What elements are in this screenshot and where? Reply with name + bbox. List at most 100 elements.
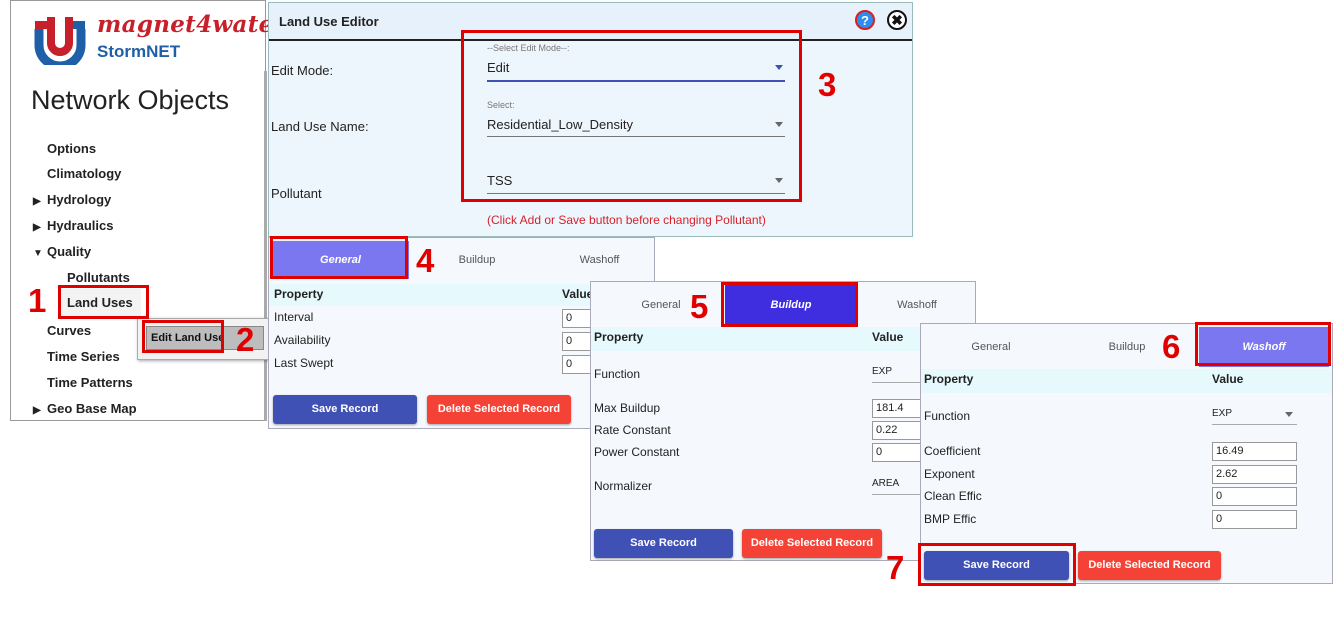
nav-item-hydrology[interactable]: ▶ Hydrology (33, 192, 111, 207)
select-underline (1212, 424, 1297, 425)
callout-number-1: 1 (28, 282, 47, 319)
table-header: Property Value (921, 369, 1332, 393)
select-underline (872, 494, 922, 495)
save-record-button[interactable]: Save Record (273, 395, 417, 424)
edit-mode-focus-underline (487, 80, 785, 82)
property-label: BMP Effic (924, 512, 977, 526)
washoff-panel: General Buildup Washoff Property Value F… (920, 323, 1333, 584)
nav-item-curves[interactable]: Curves (47, 323, 91, 338)
help-icon[interactable]: ? (855, 10, 875, 30)
delete-selected-record-button[interactable]: Delete Selected Record (742, 529, 882, 558)
tab-washoff[interactable]: Washoff (861, 286, 973, 324)
close-icon[interactable]: ✖ (887, 10, 907, 30)
nav-item-climatology[interactable]: Climatology (47, 166, 121, 181)
nav-item-quality[interactable]: ▼ Quality (33, 244, 91, 259)
callout-number-5: 5 (690, 288, 709, 325)
callout-number-4: 4 (416, 242, 435, 279)
edit-mode-caption: --Select Edit Mode--: (487, 43, 570, 53)
nav-item-hydraulics[interactable]: ▶ Hydraulics (33, 218, 113, 233)
bmp-effic-input[interactable]: 0 (1212, 510, 1297, 529)
brand-name: magnet4water (97, 11, 286, 38)
save-record-button[interactable]: Save Record (924, 551, 1069, 580)
nav-item-label: Geo Base Map (47, 401, 137, 416)
collapse-arrow-icon: ▼ (33, 248, 43, 259)
buildup-panel: General Buildup Washoff Property Value F… (590, 281, 976, 561)
nav-item-options[interactable]: Options (47, 141, 96, 156)
land-use-name-caption: Select: (487, 100, 515, 110)
land-use-name-select[interactable]: Select: Residential_Low_Density (487, 100, 785, 137)
tab-buildup[interactable]: Buildup (725, 285, 857, 325)
save-record-button[interactable]: Save Record (594, 529, 733, 558)
pollutant-value: TSS (487, 173, 513, 188)
nav-item-land-uses[interactable]: Land Uses (61, 289, 141, 317)
expand-arrow-icon: ▶ (33, 222, 41, 233)
select-underline (872, 382, 922, 383)
value-header: Value (1212, 372, 1244, 386)
expand-arrow-icon: ▶ (33, 405, 41, 416)
nav-item-geo-base-map[interactable]: ▶ Geo Base Map (33, 401, 137, 416)
editor-header: Land Use Editor ? ✖ (269, 3, 912, 41)
pollutant-select[interactable]: TSS (487, 168, 785, 194)
property-header: Property (924, 372, 974, 386)
tab-washoff[interactable]: Washoff (547, 241, 652, 279)
callout-number-6: 6 (1162, 328, 1181, 365)
nav-item-pollutants[interactable]: Pollutants (67, 270, 130, 285)
callout-number-3: 3 (818, 66, 837, 103)
land-use-name-value: Residential_Low_Density (487, 117, 633, 132)
tab-general[interactable]: General (272, 241, 409, 279)
editor-title: Land Use Editor (279, 14, 379, 29)
property-label: Rate Constant (594, 423, 671, 437)
delete-selected-record-button[interactable]: Delete Selected Record (1078, 551, 1221, 580)
chevron-down-icon (775, 65, 783, 70)
nav-item-time-patterns[interactable]: Time Patterns (47, 375, 133, 390)
nav-item-label: Hydraulics (47, 218, 114, 233)
pollutant-warning: (Click Add or Save button before changin… (487, 213, 766, 227)
property-label: Last Swept (274, 356, 334, 370)
clean-effic-input[interactable]: 0 (1212, 487, 1297, 506)
property-label: Clean Effic (924, 489, 982, 503)
nav-item-label: Pollutants (67, 270, 130, 285)
delete-selected-record-button[interactable]: Delete Selected Record (427, 395, 571, 424)
expand-arrow-icon: ▶ (33, 196, 41, 207)
nav-item-label: Options (47, 141, 97, 156)
exponent-input[interactable]: 2.62 (1212, 465, 1297, 484)
value-header: Value (562, 287, 594, 301)
tab-washoff[interactable]: Washoff (1199, 327, 1329, 367)
buildup-function-select[interactable]: EXP (872, 366, 892, 377)
land-use-editor-window: Land Use Editor ? ✖ Edit Mode: --Select … (268, 2, 913, 237)
chevron-down-icon (775, 178, 783, 183)
edit-mode-select[interactable]: --Select Edit Mode--: Edit (487, 43, 785, 81)
property-label: Max Buildup (594, 401, 661, 415)
rate-constant-input[interactable]: 0.22 (872, 421, 922, 440)
coefficient-input[interactable]: 16.49 (1212, 442, 1297, 461)
edit-mode-value: Edit (487, 60, 510, 75)
property-label: Normalizer (594, 479, 653, 493)
nav-item-time-series[interactable]: Time Series (47, 349, 120, 364)
power-constant-input[interactable]: 0 (872, 443, 922, 462)
nav-item-label: Climatology (47, 166, 122, 181)
tab-general[interactable]: General (931, 327, 1051, 367)
callout-number-7: 7 (886, 549, 905, 586)
page-title: Network Objects (31, 85, 230, 115)
chevron-down-icon (775, 122, 783, 127)
property-header: Property (594, 330, 644, 344)
max-buildup-input[interactable]: 181.4 (872, 399, 922, 418)
tab-buildup[interactable]: Buildup (417, 241, 537, 279)
logo: magnet4water StormNET (11, 1, 286, 71)
callout-number-2: 2 (236, 321, 255, 358)
table-header: Property Value (591, 327, 975, 351)
washoff-function-select[interactable]: EXP (1212, 408, 1232, 419)
normalizer-select[interactable]: AREA (872, 478, 899, 489)
pollutant-label: Pollutant (271, 186, 322, 201)
panel-divider (264, 71, 267, 421)
magnet-logo-icon (34, 17, 86, 65)
value-header: Value (872, 330, 904, 344)
property-label: Interval (274, 310, 314, 324)
land-use-name-label: Land Use Name: (271, 119, 369, 134)
nav-item-label: Hydrology (47, 192, 112, 207)
nav-item-label: Curves (47, 323, 92, 338)
chevron-down-icon (1285, 412, 1293, 417)
product-name: StormNET (97, 42, 181, 61)
nav-item-label: Quality (47, 244, 92, 259)
property-label: Coefficient (924, 444, 981, 458)
